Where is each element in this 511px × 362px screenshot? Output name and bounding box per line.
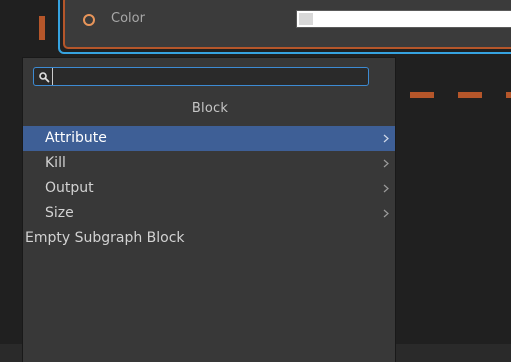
chevron-right-icon [383, 184, 389, 193]
color-property-label: Color [111, 11, 145, 26]
edge-dash [506, 92, 511, 98]
menu-item-size[interactable]: Size [23, 201, 395, 226]
search-field[interactable] [33, 67, 369, 86]
block-search-popup: Block Attribute Kill Output Size Empty S… [22, 57, 396, 362]
edge-marker [39, 16, 45, 40]
menu-item-label: Attribute [45, 130, 107, 146]
menu-item-label: Kill [45, 155, 66, 171]
menu-item-output[interactable]: Output [23, 176, 395, 201]
menu-item-attribute[interactable]: Attribute [23, 126, 395, 151]
graph-canvas[interactable]: Color Block Attribute Kill Output Size E… [0, 0, 511, 362]
menu-item-kill[interactable]: Kill [23, 151, 395, 176]
color-swatch-field[interactable] [296, 10, 511, 28]
menu-header: Block [191, 101, 229, 116]
chevron-right-icon [383, 159, 389, 168]
menu-item-label: Output [45, 180, 94, 196]
port-ring-icon[interactable] [83, 14, 95, 26]
menu-list: Attribute Kill Output Size Empty Subgrap… [23, 126, 395, 251]
menu-item-empty-subgraph-block[interactable]: Empty Subgraph Block [23, 226, 395, 251]
edge-dash [410, 92, 434, 98]
chevron-right-icon [383, 134, 389, 143]
edge-dash [458, 92, 482, 98]
search-icon [39, 72, 50, 83]
menu-item-label: Size [45, 205, 74, 221]
search-input[interactable] [52, 68, 367, 85]
dashed-edge [410, 92, 511, 98]
menu-item-label: Empty Subgraph Block [25, 230, 185, 246]
color-swatch-preview [299, 13, 313, 25]
chevron-right-icon [383, 209, 389, 218]
